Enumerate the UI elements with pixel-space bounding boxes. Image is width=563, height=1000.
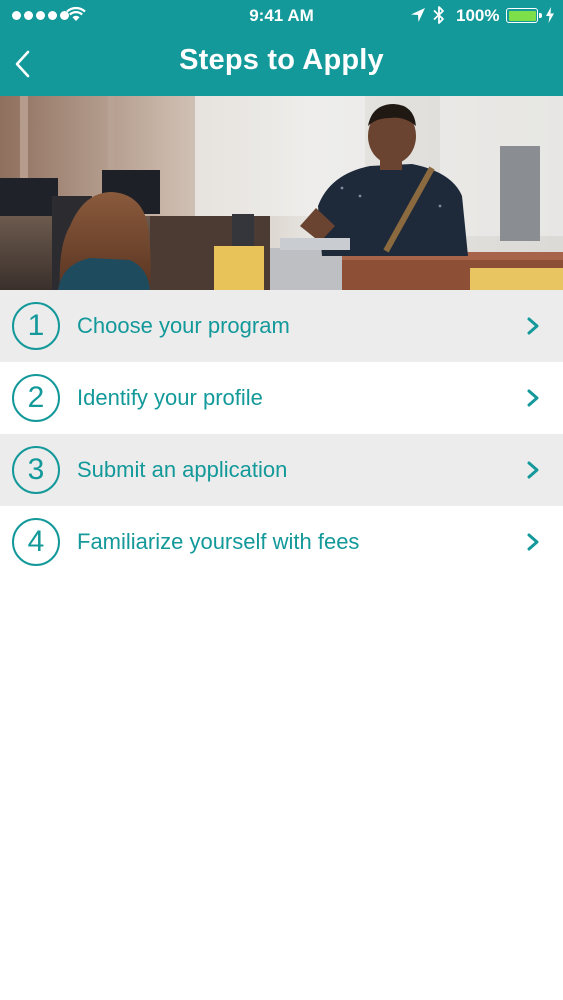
step-row-identify-profile[interactable]: 2 Identify your profile	[0, 362, 563, 434]
steps-list: 1 Choose your program 2 Identify your pr…	[0, 290, 563, 578]
step-row-submit-application[interactable]: 3 Submit an application	[0, 434, 563, 506]
chevron-right-icon	[527, 389, 539, 407]
step-row-choose-program[interactable]: 1 Choose your program	[0, 290, 563, 362]
status-bar: 9:41 AM 100%	[0, 0, 563, 32]
chevron-right-icon	[527, 317, 539, 335]
battery-percent: 100%	[456, 6, 500, 25]
step-row-familiarize-fees[interactable]: 4 Familiarize yourself with fees	[0, 506, 563, 578]
step-number-badge: 3	[12, 446, 60, 494]
step-label: Identify your profile	[77, 385, 263, 410]
charging-bolt-icon	[546, 7, 554, 23]
step-label: Familiarize yourself with fees	[77, 529, 360, 554]
app-header: 9:41 AM 100% Steps to Apply	[0, 0, 563, 96]
step-number-badge: 4	[12, 518, 60, 566]
step-label: Choose your program	[77, 313, 290, 338]
step-label: Submit an application	[77, 457, 288, 482]
chevron-right-icon	[527, 533, 539, 551]
step-number-badge: 2	[12, 374, 60, 422]
location-arrow-icon	[411, 8, 425, 22]
step-number-badge: 1	[12, 302, 60, 350]
page-title: Steps to Apply	[179, 44, 384, 76]
bluetooth-icon	[433, 6, 444, 24]
chevron-right-icon	[527, 461, 539, 479]
battery-icon	[506, 8, 542, 23]
hero-photo	[0, 96, 563, 290]
